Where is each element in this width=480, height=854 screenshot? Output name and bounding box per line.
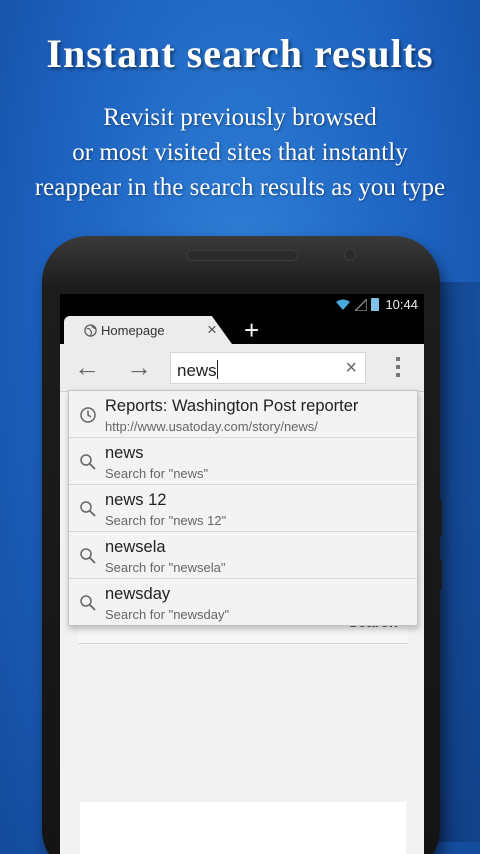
text-caret [216, 360, 218, 379]
clear-url-icon[interactable]: × [345, 357, 357, 380]
overflow-menu-icon[interactable] [395, 357, 401, 379]
suggestion-item[interactable]: news 12 Search for "news 12" [69, 485, 417, 532]
globe-icon [84, 324, 97, 337]
suggestion-title: Reports: Washington Post reporter [105, 397, 359, 415]
tab-title: Homepage [101, 323, 165, 338]
suggestion-item[interactable]: Reports: Washington Post reporter http:/… [69, 391, 417, 438]
promo-line-1: Revisit previously browsed [103, 104, 377, 131]
back-arrow-icon[interactable]: ← [74, 354, 100, 380]
power-button [438, 560, 442, 590]
suggestion-subtitle: Search for "newsday" [105, 607, 230, 622]
search-icon [80, 501, 96, 517]
suggestion-title: news [105, 444, 144, 462]
suggestion-item[interactable]: news Search for "news" [69, 438, 417, 485]
suggestion-subtitle: Search for "news" [105, 466, 209, 481]
forward-arrow-icon[interactable]: → [126, 354, 152, 380]
suggestion-title: newsela [105, 538, 166, 556]
phone-camera [344, 249, 356, 261]
promo-line-2: or most visited sites that instantly [72, 139, 408, 166]
status-time: 10:44 [385, 297, 418, 312]
page-content-block [80, 802, 406, 854]
search-icon [80, 595, 96, 611]
phone-speaker [186, 250, 298, 261]
search-icon [80, 454, 96, 470]
status-bar: 10:44 [60, 294, 424, 316]
new-tab-button[interactable]: + [244, 316, 259, 344]
signal-icon [355, 298, 368, 311]
search-icon [80, 548, 96, 564]
tab-bar: Homepage × + [60, 316, 424, 344]
url-text: news [177, 360, 218, 381]
battery-icon [371, 298, 380, 311]
suggestion-subtitle: Search for "news 12" [105, 513, 227, 528]
tab-close-icon[interactable]: × [207, 320, 217, 340]
history-clock-icon [80, 407, 96, 423]
tab-homepage[interactable]: Homepage × [64, 316, 232, 344]
suggestion-subtitle: http://www.usatoday.com/story/news/ [105, 419, 318, 434]
suggestion-title: news 12 [105, 491, 167, 509]
browser-toolbar: ← → news × [60, 344, 424, 392]
suggestion-subtitle: Search for "newsela" [105, 560, 226, 575]
promo-line-3: reappear in the search results as you ty… [34, 174, 446, 201]
volume-button [438, 500, 442, 536]
suggestion-title: newsday [105, 585, 171, 603]
suggestion-dropdown: Reports: Washington Post reporter http:/… [68, 390, 418, 626]
promo-headline: Instant search results [46, 31, 434, 76]
wifi-icon [336, 299, 351, 310]
url-input[interactable]: news × [170, 352, 366, 384]
suggestion-item[interactable]: newsela Search for "newsela" [69, 532, 417, 579]
suggestion-item[interactable]: newsday Search for "newsday" [69, 579, 417, 626]
url-value: news [177, 361, 217, 380]
